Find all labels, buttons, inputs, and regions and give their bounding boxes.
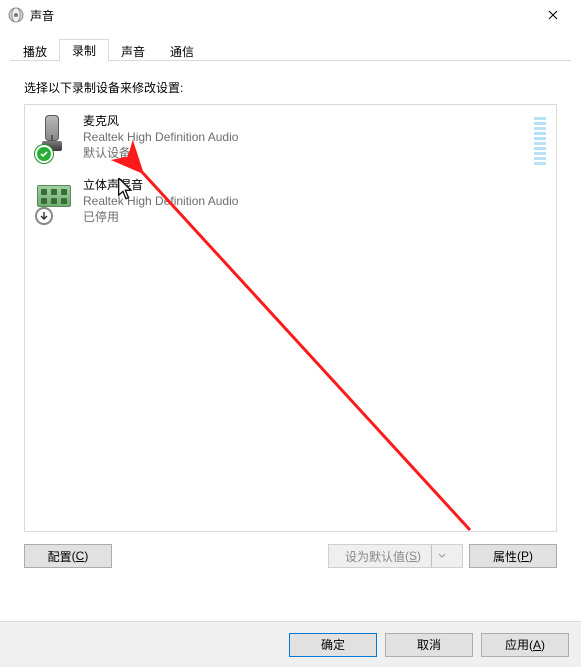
- tab-label: 通信: [170, 45, 194, 59]
- sound-card-icon: [35, 177, 75, 225]
- device-status: 已停用: [83, 209, 546, 225]
- window-title: 声音: [30, 7, 533, 24]
- button-hotkey: A: [533, 638, 541, 652]
- tab-sounds[interactable]: 声音: [108, 40, 158, 62]
- cancel-button[interactable]: 取消: [385, 633, 473, 657]
- configure-button[interactable]: 配置(C): [24, 544, 112, 568]
- button-label: 取消: [417, 636, 441, 653]
- button-label: 确定: [321, 636, 345, 653]
- microphone-icon: [35, 113, 75, 161]
- button-label: 设为默认值: [345, 548, 405, 565]
- instruction-text: 选择以下录制设备来修改设置:: [24, 79, 557, 96]
- device-status: 默认设备: [83, 145, 534, 161]
- button-label: 应用: [505, 636, 529, 653]
- button-hotkey: C: [76, 549, 85, 563]
- button-hotkey: P: [521, 549, 529, 563]
- tab-recording[interactable]: 录制: [59, 39, 109, 61]
- set-default-button[interactable]: 设为默认值(S): [328, 544, 463, 568]
- chevron-down-icon: [431, 545, 446, 567]
- device-desc: Realtek High Definition Audio: [83, 129, 534, 145]
- tab-label: 播放: [23, 45, 47, 59]
- speaker-icon: [8, 7, 24, 23]
- button-hotkey: S: [409, 549, 417, 563]
- tab-panel-recording: 选择以下录制设备来修改设置: 麦克风 Realtek High Definiti…: [10, 61, 571, 582]
- device-name: 麦克风: [83, 113, 534, 129]
- ok-button[interactable]: 确定: [289, 633, 377, 657]
- tab-strip: 播放 录制 声音 通信: [10, 38, 571, 60]
- device-list[interactable]: 麦克风 Realtek High Definition Audio 默认设备: [24, 104, 557, 532]
- device-info: 立体声混音 Realtek High Definition Audio 已停用: [75, 177, 546, 225]
- check-badge-icon: [35, 145, 53, 163]
- tab-label: 录制: [72, 44, 96, 58]
- tab-communications[interactable]: 通信: [157, 40, 207, 62]
- tab-playback[interactable]: 播放: [10, 40, 60, 62]
- button-label: 配置: [48, 548, 72, 565]
- dialog-footer: 确定 取消 应用(A): [0, 621, 581, 667]
- apply-button[interactable]: 应用(A): [481, 633, 569, 657]
- tab-label: 声音: [121, 45, 145, 59]
- disabled-badge-icon: [35, 207, 53, 225]
- level-meter: [534, 113, 546, 165]
- properties-button[interactable]: 属性(P): [469, 544, 557, 568]
- panel-button-row: 配置(C) 设为默认值(S) 属性(P): [24, 544, 557, 568]
- device-name: 立体声混音: [83, 177, 546, 193]
- device-item-microphone[interactable]: 麦克风 Realtek High Definition Audio 默认设备: [25, 105, 556, 169]
- titlebar: 声音: [0, 0, 581, 30]
- close-button[interactable]: [533, 0, 573, 30]
- device-info: 麦克风 Realtek High Definition Audio 默认设备: [75, 113, 534, 165]
- device-desc: Realtek High Definition Audio: [83, 193, 546, 209]
- button-label: 属性: [493, 548, 517, 565]
- device-item-stereo-mix[interactable]: 立体声混音 Realtek High Definition Audio 已停用: [25, 169, 556, 229]
